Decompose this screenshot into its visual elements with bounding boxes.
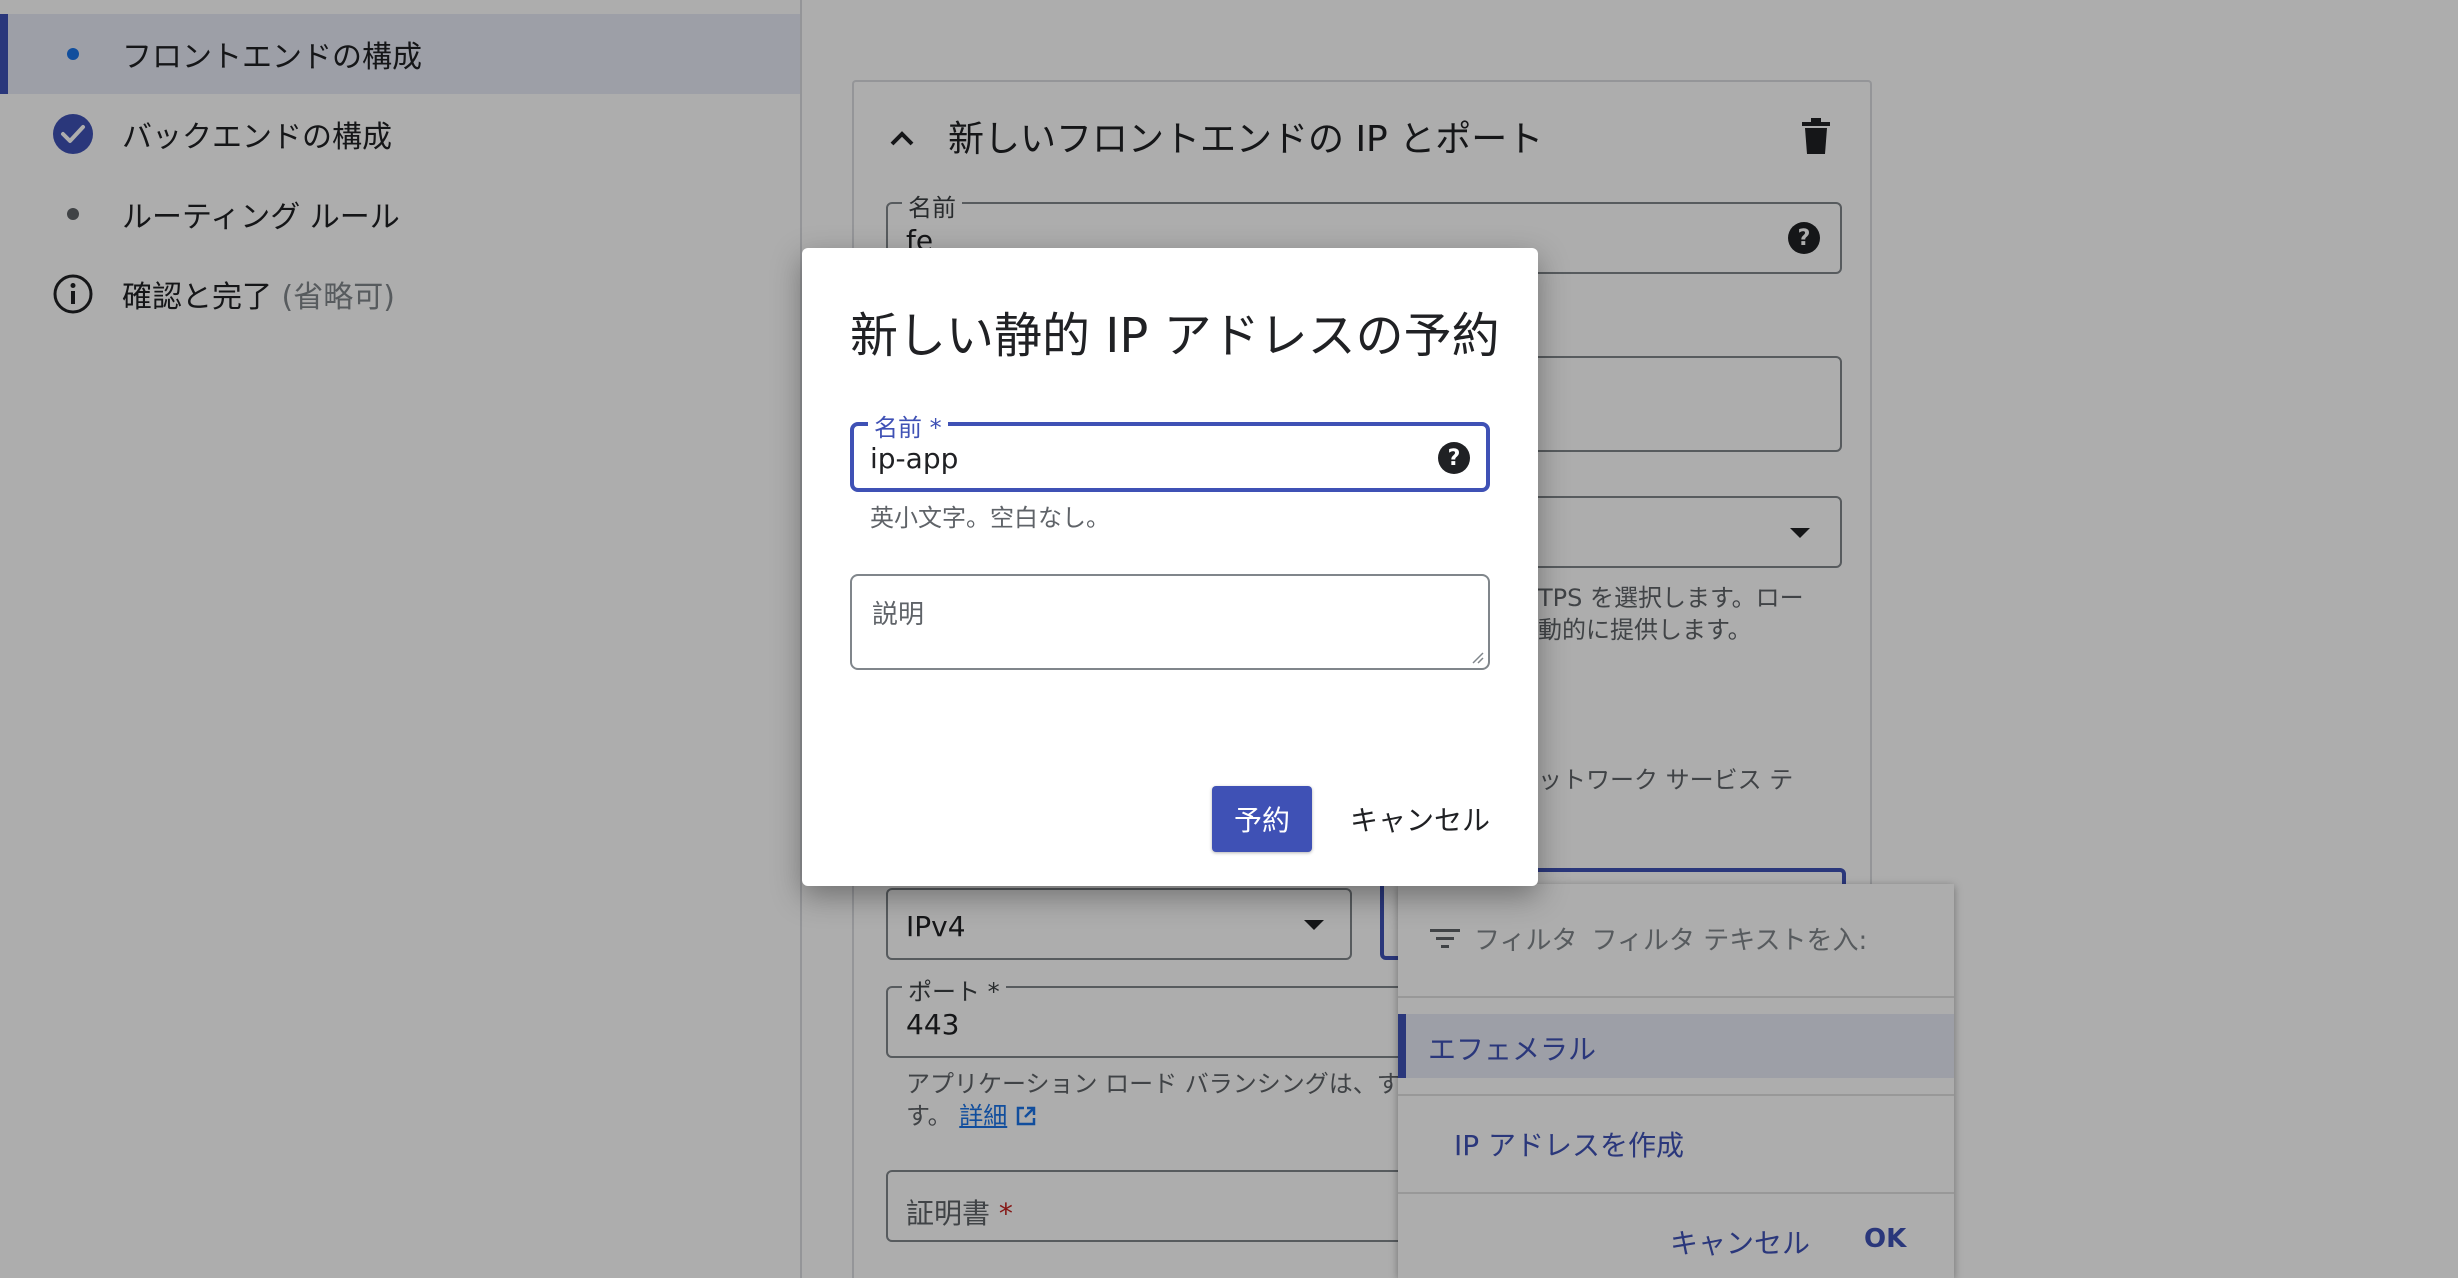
- dialog-title: 新しい静的 IP アドレスの予約: [850, 308, 1500, 364]
- reserve-static-ip-dialog: 新しい静的 IP アドレスの予約 名前 * ip-app ? 英小文字。空白なし…: [802, 248, 1538, 886]
- help-icon[interactable]: ?: [1438, 442, 1470, 474]
- field-label: 名前 *: [868, 408, 948, 443]
- resize-grip-icon[interactable]: [1470, 650, 1484, 664]
- description-placeholder: 説明: [872, 600, 925, 630]
- field-value: ip-app: [870, 442, 959, 475]
- cancel-button[interactable]: キャンセル: [1342, 786, 1498, 852]
- ip-name-field[interactable]: 名前 * ip-app ?: [850, 408, 1490, 492]
- description-field[interactable]: 説明: [850, 574, 1490, 670]
- reserve-button[interactable]: 予約: [1212, 786, 1312, 852]
- ip-name-hint: 英小文字。空白なし。: [870, 504, 1110, 532]
